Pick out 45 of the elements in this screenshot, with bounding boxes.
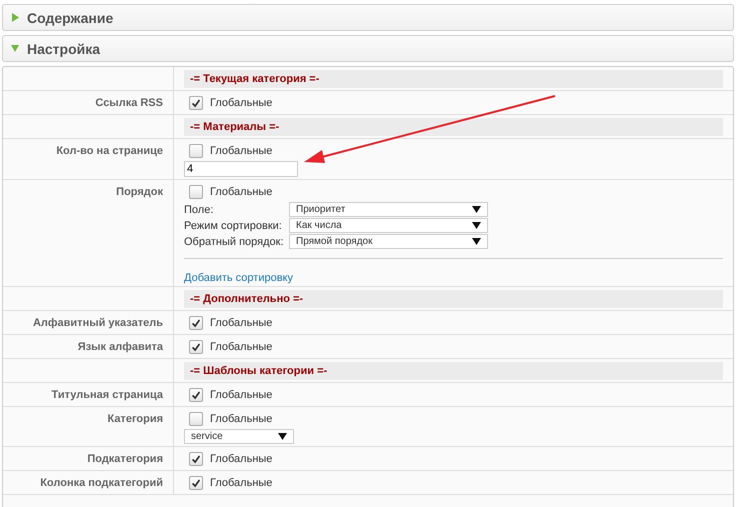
setting-label: Язык алфавита [78,341,163,353]
checkbox-label: Глобальные [210,389,272,401]
checkbox[interactable] [189,340,203,354]
accordion-header[interactable]: Настройка [2,35,734,62]
setting-label: Подкатегория [87,453,163,465]
checkbox[interactable] [189,412,203,426]
setting-label: Алфавитный указатель [32,317,163,329]
expanded-arrow-icon [11,44,19,53]
checkbox[interactable] [189,476,203,490]
checkbox-label: Глобальные [210,97,272,109]
checkbox-label: Глобальные [210,413,272,425]
section-heading: -= Шаблоны категории =- [184,362,723,380]
checkbox-label: Глобальные [210,453,272,465]
number-field[interactable]: 4 [184,161,298,177]
checkbox-label: Глобальные [210,145,272,157]
section-heading: -= Дополнительно =- [184,290,723,308]
setting-label: Порядок [116,186,163,198]
checkbox-label: Глобальные [210,317,272,329]
section-heading: -= Текущая категория =- [184,70,723,88]
setting-label: Категория [107,413,163,425]
setting-label: Ссылка RSS [95,97,163,109]
checkbox[interactable] [189,388,203,402]
field-label: Режим сортировки: [184,220,283,232]
add-sort-link[interactable]: Добавить сортировку [184,272,293,284]
field-label: Обратный порядок: [184,236,284,248]
accordion-header[interactable]: Содержание [2,4,734,31]
dropdown[interactable]: Как числа [289,218,488,233]
checkbox-label: Глобальные [210,477,272,489]
dropdown[interactable]: Приоритет [289,202,488,217]
checkbox[interactable] [189,316,203,330]
collapsed-arrow-icon [11,13,19,22]
setting-label: Колонка подкатегорий [40,477,163,489]
dropdown[interactable]: service [184,429,294,444]
checkbox[interactable] [189,96,203,110]
checkbox-label: Глобальные [210,341,272,353]
checkbox[interactable] [189,144,203,158]
setting-label: Титульная страница [52,389,163,401]
checkbox[interactable] [189,185,203,199]
section-heading: -= Материалы =- [184,118,723,136]
field-label: Поле: [184,204,214,216]
checkbox[interactable] [189,452,203,466]
checkbox-label: Глобальные [210,186,272,198]
caret-icon [278,433,287,440]
dropdown[interactable]: Прямой порядок [289,234,488,249]
setting-label: Кол-во на странице [56,145,163,157]
